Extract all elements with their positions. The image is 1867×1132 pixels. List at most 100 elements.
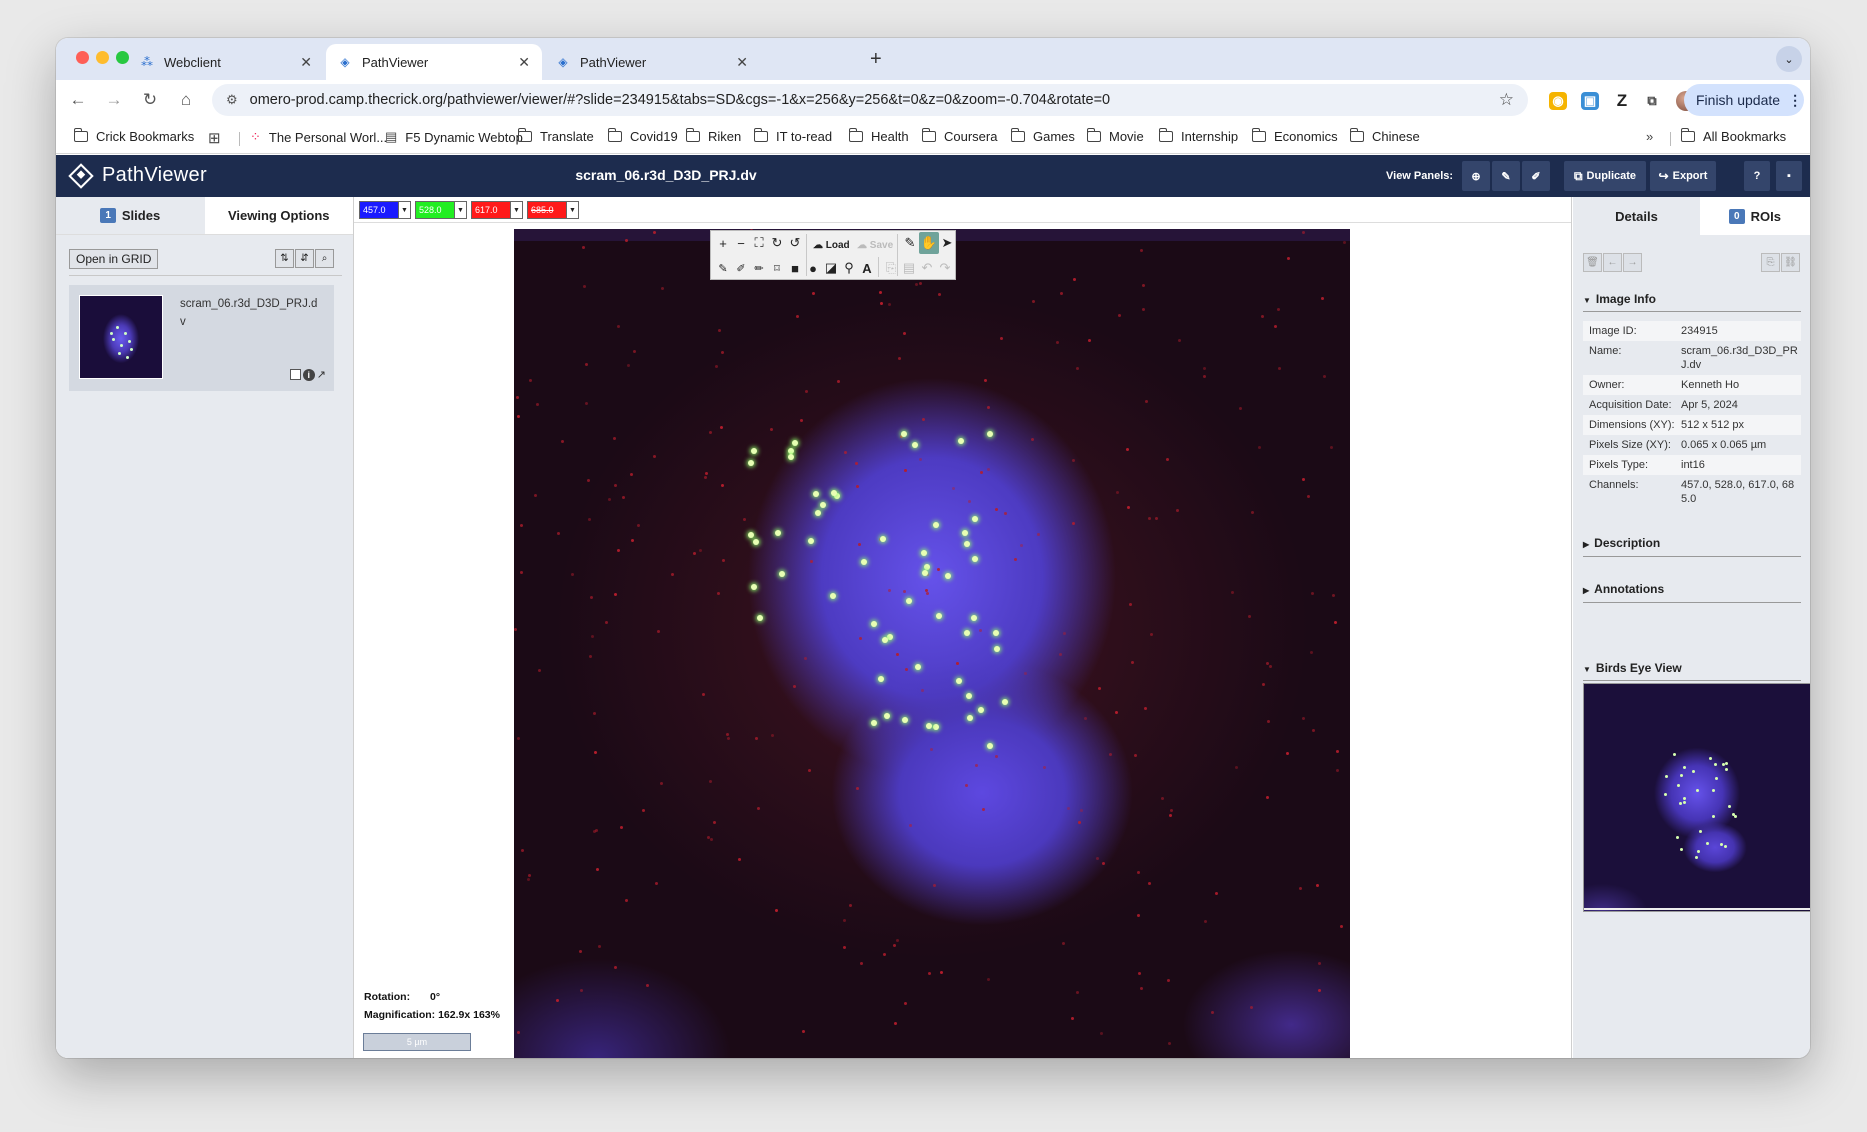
finish-update-button[interactable]: Finish update ⋮	[1684, 84, 1804, 116]
extension-bulb-icon[interactable]: ◉	[1549, 92, 1567, 110]
back-arrow-icon[interactable]: ←	[66, 88, 90, 112]
image-info-header[interactable]: ▼ Image Info	[1583, 292, 1801, 306]
dropdown-arrow-icon[interactable]: ▼	[398, 202, 410, 218]
collapse-panel-button[interactable]: ▪	[1776, 161, 1802, 191]
bookmark-health[interactable]: Health	[848, 128, 909, 144]
sort-descending-icon[interactable]: ⇵	[295, 249, 314, 268]
bookmark-translate[interactable]: Translate	[517, 128, 594, 144]
minimize-window-button[interactable]	[96, 51, 109, 64]
browser-tab-pathviewer-active[interactable]: ◈ PathViewer ✕	[326, 44, 542, 80]
rotate-ccw-icon[interactable]: ↺	[785, 232, 805, 254]
open-external-icon[interactable]: ↗	[317, 368, 326, 381]
zoom-out-icon[interactable]: −	[731, 232, 751, 254]
bookmark-chinese[interactable]: Chinese	[1349, 128, 1420, 144]
rotate-cw-icon[interactable]: ↻	[767, 232, 787, 254]
home-icon[interactable]: ⌂	[174, 88, 198, 112]
bookmark-it-to-read[interactable]: IT to-read	[753, 128, 832, 144]
polygon-tool-icon[interactable]: ⌑	[767, 257, 787, 279]
new-tab-button[interactable]: +	[870, 48, 882, 71]
globe-panel-button[interactable]: ⊕	[1462, 161, 1490, 191]
close-tab-icon[interactable]: ✕	[300, 54, 312, 71]
undo-icon[interactable]: ↶	[917, 257, 937, 279]
duplicate-button[interactable]: ⧉ Duplicate	[1564, 161, 1646, 191]
birds-eye-header[interactable]: ▼ Birds Eye View	[1583, 661, 1801, 675]
point-marker-icon[interactable]: ⚲	[839, 257, 859, 279]
bookmark-games[interactable]: Games	[1010, 128, 1075, 144]
apps-grid-icon[interactable]: ⊞	[208, 129, 229, 147]
extension-z-icon[interactable]: Z	[1613, 91, 1631, 110]
search-icon[interactable]: ⌕	[315, 249, 334, 268]
bookmark-internship[interactable]: Internship	[1158, 128, 1238, 144]
slide-card[interactable]: scram_06.r3d_D3D_PRJ.dv i ↗	[69, 285, 334, 391]
bookmark-covid19[interactable]: Covid19	[607, 128, 678, 144]
pen-icon[interactable]: ✎	[900, 232, 920, 254]
line-tool-icon[interactable]: ✎	[713, 257, 733, 279]
copy-icon[interactable]: ⎘	[1761, 253, 1780, 272]
load-button[interactable]: ☁ Load	[809, 235, 854, 255]
rectangle-tool-icon[interactable]: ■	[785, 257, 805, 279]
tab-slides[interactable]: 1 Slides	[56, 197, 205, 234]
slide-thumbnail[interactable]	[79, 295, 163, 379]
delete-icon[interactable]: 🗑	[1583, 253, 1602, 272]
info-icon[interactable]: i	[302, 368, 315, 381]
dropdown-arrow-icon[interactable]: ▼	[566, 202, 578, 218]
close-tab-icon[interactable]: ✕	[518, 54, 530, 71]
ellipse-tool-icon[interactable]: ●	[803, 257, 823, 279]
bookmark-economics[interactable]: Economics	[1251, 128, 1338, 144]
open-in-grid-button[interactable]: Open in GRID	[69, 249, 159, 269]
site-info-icon[interactable]: ⚙	[226, 92, 238, 108]
bookmark-movie[interactable]: Movie	[1086, 128, 1144, 144]
export-button[interactable]: ↪ Export	[1650, 161, 1716, 191]
sort-ascending-icon[interactable]: ⇅	[275, 249, 294, 268]
birds-eye-view[interactable]	[1583, 683, 1810, 912]
link-icon[interactable]: ⛓	[1781, 253, 1800, 272]
text-tool-icon[interactable]: A	[857, 257, 877, 279]
tools-panel-button[interactable]: ✎	[1492, 161, 1520, 191]
bookmark-personal-world[interactable]: ⁘ The Personal Worl...	[250, 129, 387, 145]
paste-icon[interactable]: ▤	[899, 257, 919, 279]
bookmark-f5[interactable]: ▤ F5 Dynamic Webtop	[385, 129, 523, 145]
microscopy-image[interactable]	[514, 229, 1350, 1058]
fit-screen-icon[interactable]: ⛶	[749, 232, 769, 254]
forward-icon[interactable]: →	[1623, 253, 1642, 272]
address-bar[interactable]: ⚙ omero-prod.camp.thecrick.org/pathviewe…	[212, 84, 1528, 116]
close-window-button[interactable]	[76, 51, 89, 64]
edit-shape-icon[interactable]: ◪	[821, 257, 841, 279]
tab-rois[interactable]: 0 ROIs	[1700, 197, 1810, 235]
slide-select-checkbox[interactable]	[289, 369, 301, 380]
bookmark-crick[interactable]: Crick Bookmarks	[73, 128, 194, 144]
reload-icon[interactable]: ↻	[138, 88, 162, 112]
more-bookmarks-icon[interactable]: »	[1646, 129, 1661, 144]
pan-hand-icon[interactable]: ✋	[919, 232, 939, 254]
channel-685-selector[interactable]: 685.0 ▼	[527, 201, 579, 219]
close-tab-icon[interactable]: ✕	[736, 54, 748, 71]
bookmark-star-icon[interactable]: ☆	[1499, 90, 1514, 110]
browser-tab-webclient[interactable]: ⁂ Webclient ✕	[128, 44, 324, 80]
arrow-tool-icon[interactable]: ✐	[731, 257, 751, 279]
redo-icon[interactable]: ↷	[935, 257, 955, 279]
channel-617-selector[interactable]: 617.0 ▼	[471, 201, 523, 219]
forward-arrow-icon[interactable]: →	[102, 88, 126, 112]
tab-search-chevron-icon[interactable]: ⌄	[1776, 46, 1802, 72]
extension-box-icon[interactable]: ▣	[1581, 92, 1599, 110]
copy-icon[interactable]: ⎘	[881, 257, 901, 279]
tab-viewing-options[interactable]: Viewing Options	[204, 197, 353, 234]
tab-details[interactable]: Details	[1573, 197, 1700, 235]
zoom-in-icon[interactable]: +	[713, 232, 733, 254]
save-button[interactable]: ☁ Save	[853, 235, 897, 255]
all-bookmarks[interactable]: All Bookmarks	[1680, 128, 1786, 144]
freehand-tool-icon[interactable]: ✏	[749, 257, 769, 279]
bookmark-coursera[interactable]: Coursera	[921, 128, 997, 144]
dropdown-arrow-icon[interactable]: ▼	[454, 202, 466, 218]
channel-457-selector[interactable]: 457.0 ▼	[359, 201, 411, 219]
browser-tab-pathviewer[interactable]: ◈ PathViewer ✕	[544, 44, 760, 80]
dropdown-arrow-icon[interactable]: ▼	[510, 202, 522, 218]
description-header[interactable]: ▶ Description	[1583, 536, 1801, 550]
back-icon[interactable]: ←	[1603, 253, 1622, 272]
bookmark-riken[interactable]: Riken	[685, 128, 741, 144]
annotations-header[interactable]: ▶ Annotations	[1583, 582, 1801, 596]
brush-panel-button[interactable]: ✐	[1522, 161, 1550, 191]
help-button[interactable]: ?	[1744, 161, 1770, 191]
extensions-puzzle-icon[interactable]: ⧉	[1643, 92, 1661, 110]
channel-528-selector[interactable]: 528.0 ▼	[415, 201, 467, 219]
